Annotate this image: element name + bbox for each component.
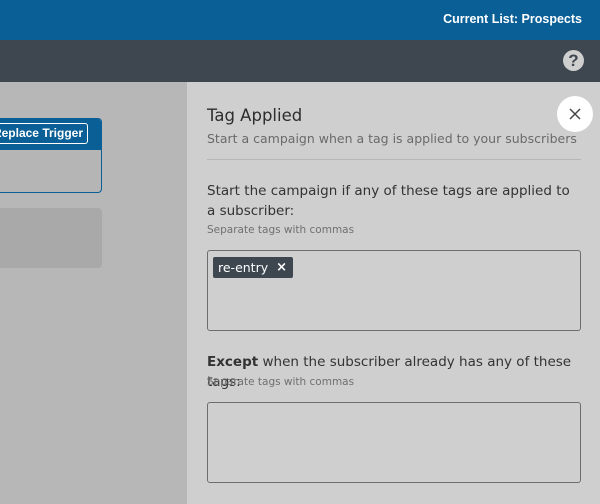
panel-title: Tag Applied bbox=[207, 106, 303, 125]
panel-divider bbox=[207, 159, 581, 160]
toolbar bbox=[0, 40, 600, 82]
action-placeholder[interactable] bbox=[0, 208, 102, 268]
tag-chip-label: re-entry bbox=[218, 260, 269, 275]
close-icon bbox=[569, 108, 581, 120]
except-label-bold: Except bbox=[207, 354, 259, 370]
top-bar: Current List: Prospects bbox=[0, 0, 600, 40]
include-tags-input[interactable]: re-entry × bbox=[207, 250, 581, 331]
trigger-card[interactable]: Replace Trigger bbox=[0, 118, 102, 193]
question-circle-icon[interactable]: ? bbox=[563, 50, 584, 71]
help-glyph: ? bbox=[568, 51, 579, 70]
include-tags-label: Start the campaign if any of these tags … bbox=[207, 183, 570, 219]
except-tags-input[interactable] bbox=[207, 402, 581, 483]
panel-subtitle: Start a campaign when a tag is applied t… bbox=[207, 131, 577, 146]
replace-trigger-button[interactable]: Replace Trigger bbox=[0, 123, 88, 144]
trigger-settings-panel: Tag Applied Start a campaign when a tag … bbox=[187, 82, 600, 504]
trigger-card-header: Replace Trigger bbox=[0, 119, 101, 150]
remove-tag-icon[interactable]: × bbox=[276, 257, 287, 278]
include-tags-hint: Separate tags with commas bbox=[207, 224, 355, 236]
current-list-label[interactable]: Current List: Prospects bbox=[443, 0, 582, 40]
except-tags-hint: Separate tags with commas bbox=[207, 376, 355, 388]
close-panel-button[interactable] bbox=[557, 96, 593, 132]
tag-chip: re-entry × bbox=[213, 257, 294, 278]
